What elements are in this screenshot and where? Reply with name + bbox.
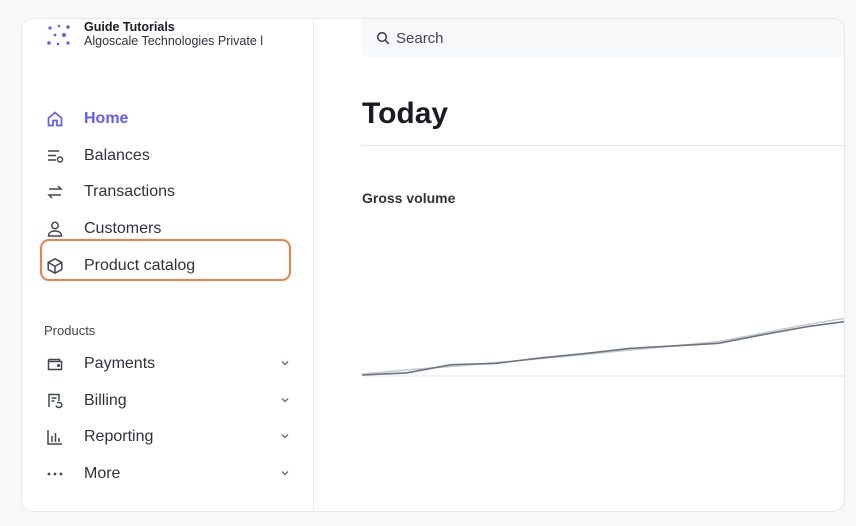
gross-volume-label: Gross volume	[362, 190, 456, 206]
sidebar-item-label: Payments	[84, 355, 156, 373]
search-placeholder: Search	[396, 29, 444, 47]
products-nav: Payments Billing Reporting More	[44, 346, 290, 492]
chart-series-line-1	[362, 317, 844, 375]
search-input[interactable]: Search	[362, 19, 844, 57]
sidebar-item-label: Customers	[84, 220, 162, 238]
chevron-down-icon[interactable]	[280, 431, 290, 441]
title-divider	[362, 145, 844, 146]
chevron-down-icon[interactable]	[280, 468, 290, 478]
sidebar-item-label: More	[84, 465, 121, 483]
sidebar-item-payments[interactable]: Payments	[44, 346, 290, 383]
bar-chart-icon	[46, 428, 64, 446]
sidebar-item-transactions[interactable]: Transactions	[44, 174, 296, 211]
sidebar-item-more[interactable]: More	[44, 456, 290, 493]
account-switcher[interactable]: Guide Tutorials Algoscale Technologies P…	[44, 21, 263, 49]
chevron-down-icon[interactable]	[280, 358, 290, 368]
gross-volume-chart	[362, 317, 844, 377]
dashboard-window: Guide Tutorials Algoscale Technologies P…	[21, 18, 845, 512]
sidebar-item-label: Balances	[84, 146, 150, 164]
sidebar-item-balances[interactable]: Balances	[44, 138, 296, 175]
main-content: Search Today Gross volume	[314, 19, 844, 511]
sidebar-item-reporting[interactable]: Reporting	[44, 419, 290, 456]
sidebar: Guide Tutorials Algoscale Technologies P…	[22, 19, 314, 511]
sidebar-item-label: Reporting	[84, 428, 154, 446]
balances-icon	[46, 147, 64, 165]
customers-icon	[46, 220, 64, 238]
chevron-down-icon[interactable]	[280, 395, 290, 405]
sidebar-item-billing[interactable]: Billing	[44, 383, 290, 420]
page-title: Today	[362, 97, 449, 130]
sidebar-item-label: Billing	[84, 391, 127, 409]
home-icon	[46, 110, 64, 128]
sidebar-item-label: Transactions	[84, 183, 175, 201]
more-icon	[46, 465, 64, 483]
chart-series-line-0	[362, 320, 844, 376]
sidebar-item-label: Home	[84, 110, 129, 128]
account-org: Algoscale Technologies Private l	[84, 34, 264, 48]
transactions-icon	[46, 183, 64, 201]
account-logo-icon	[47, 24, 70, 46]
wallet-icon	[46, 355, 64, 373]
product-catalog-highlight	[40, 239, 291, 281]
sidebar-item-home[interactable]: Home	[44, 101, 296, 138]
account-name: Guide Tutorials	[84, 20, 175, 34]
products-section-label: Products	[44, 323, 96, 338]
billing-icon	[46, 392, 64, 410]
search-icon	[376, 31, 390, 45]
